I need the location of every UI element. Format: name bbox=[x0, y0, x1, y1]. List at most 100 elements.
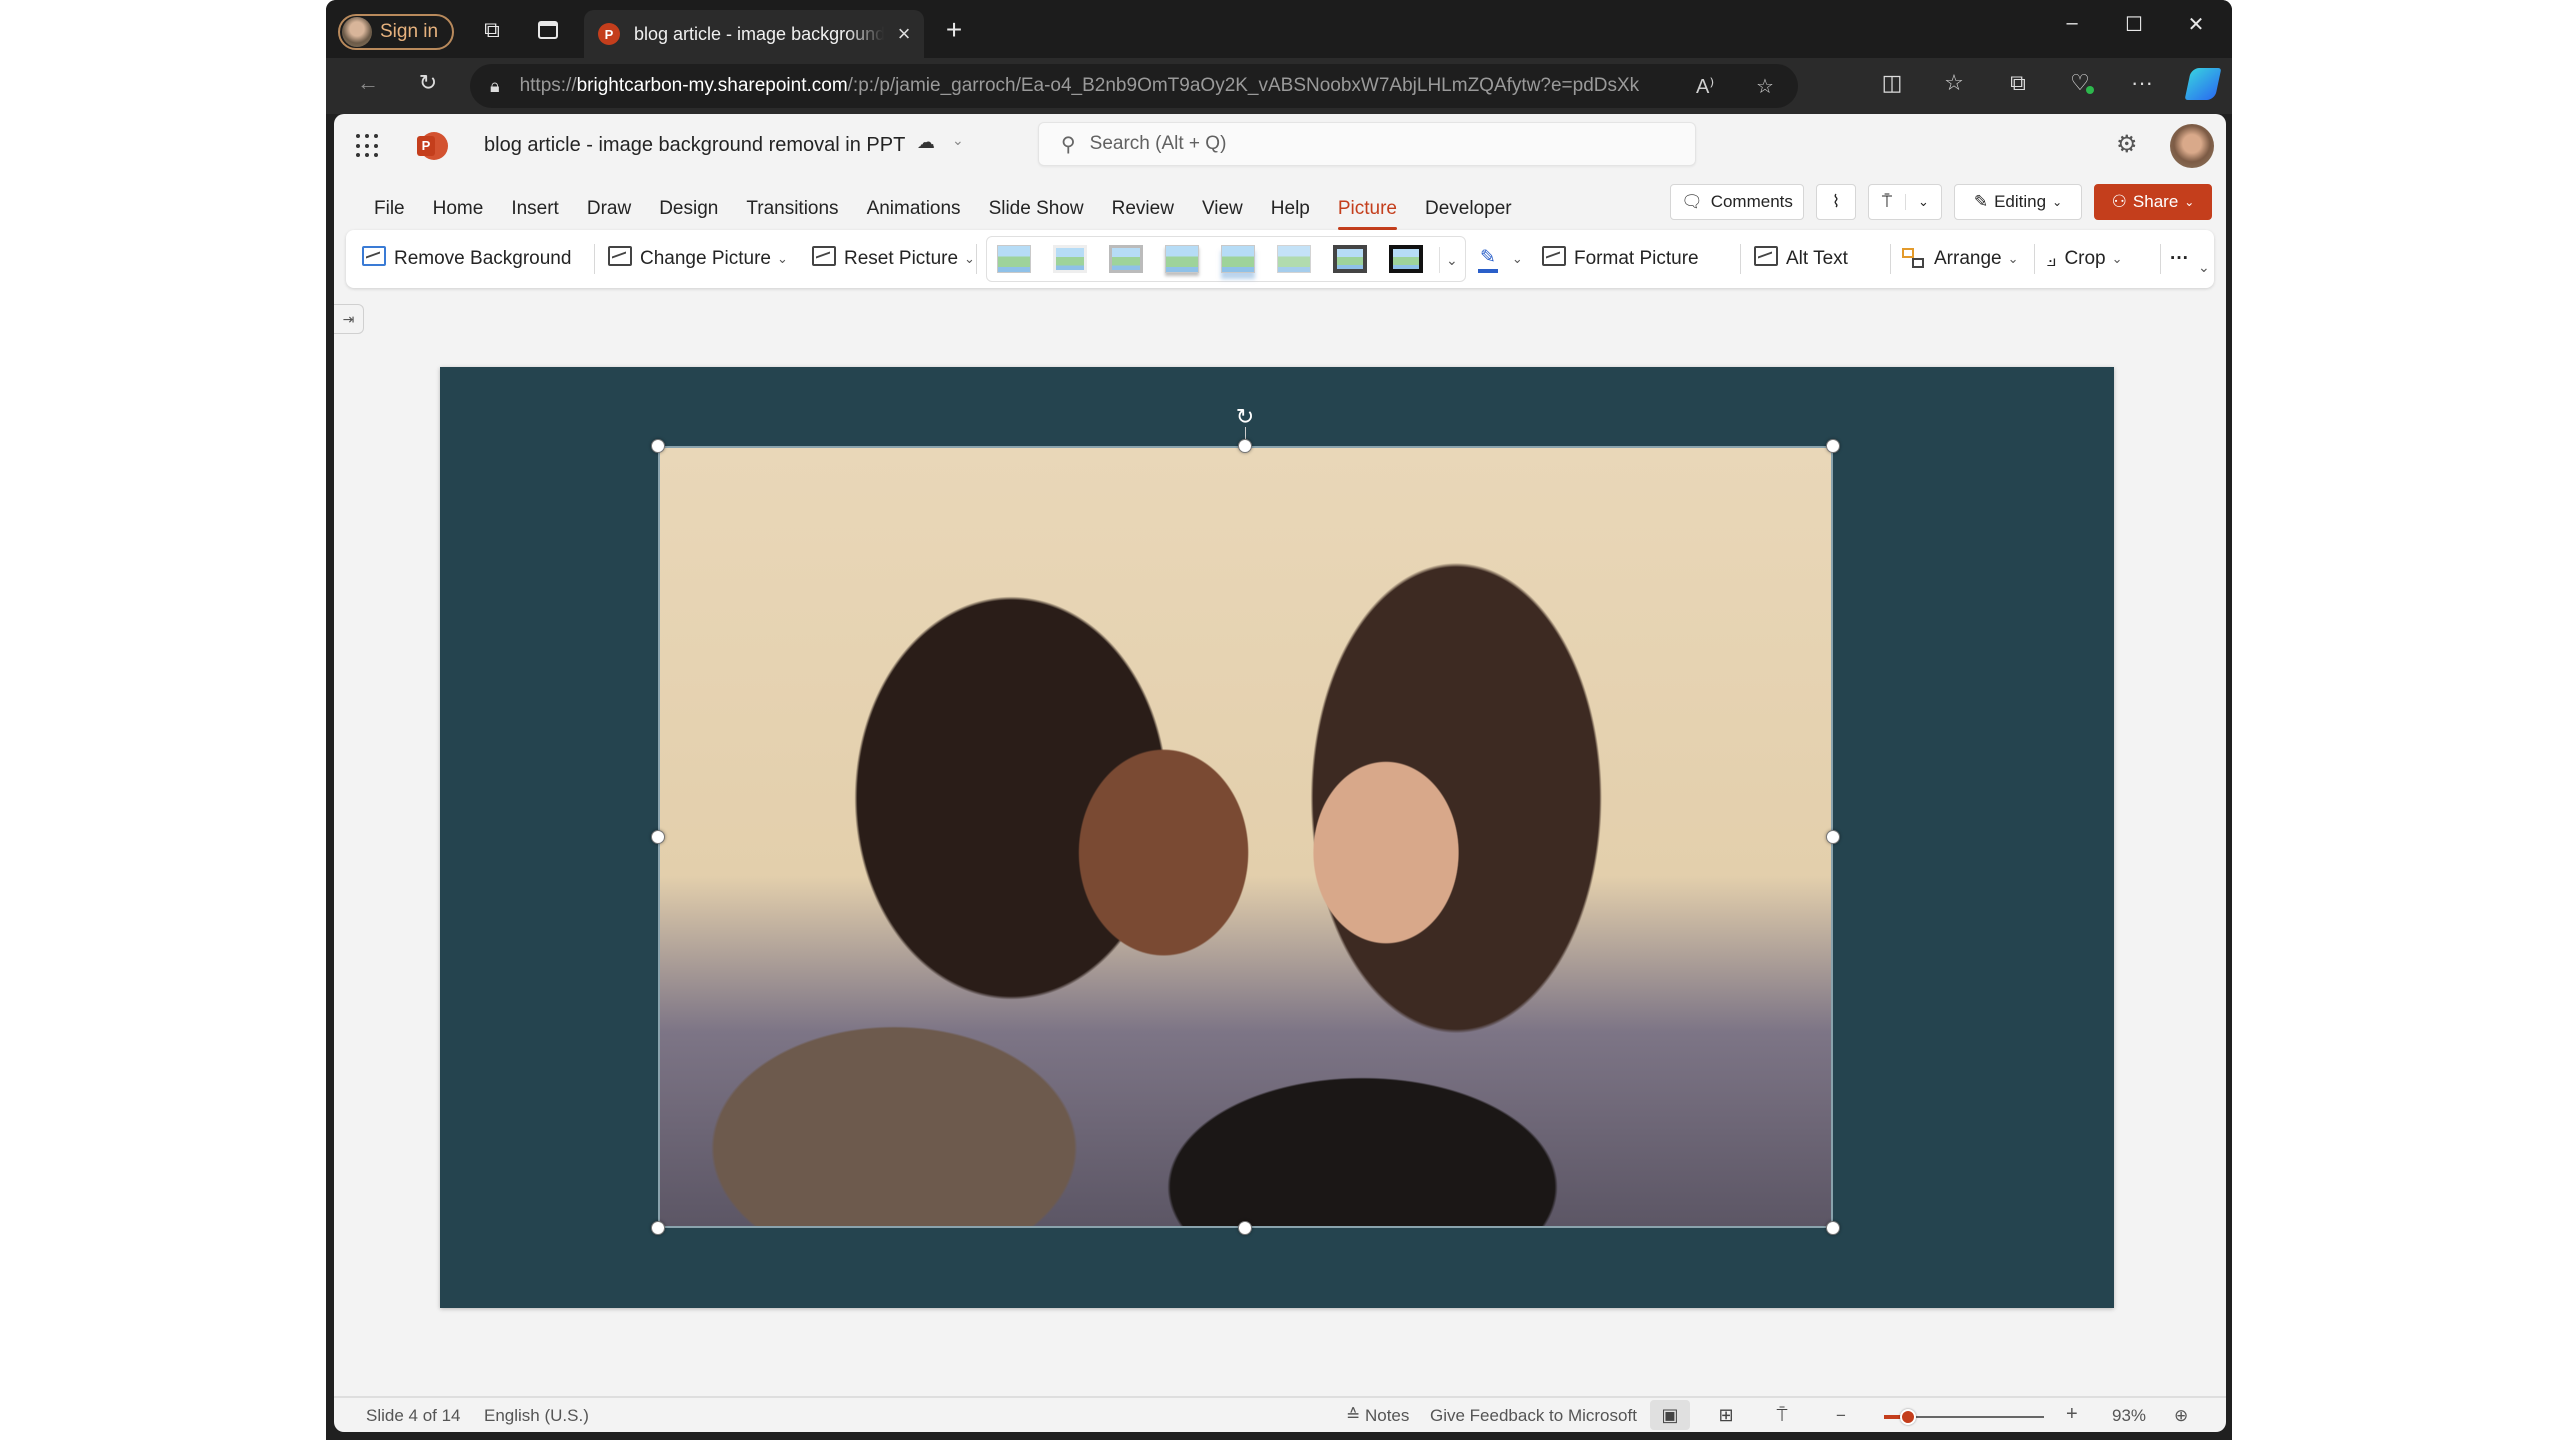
reset-picture-button[interactable]: Reset Picture ⌄ bbox=[812, 230, 975, 288]
split-screen-icon[interactable]: ◫ bbox=[1876, 70, 1908, 96]
alt-text-button[interactable]: Alt Text bbox=[1754, 230, 1848, 288]
resize-handle-top-left[interactable] bbox=[651, 439, 665, 453]
present-button[interactable]: ⍑ ⌄ bbox=[1868, 184, 1942, 220]
powerpoint-logo-icon: P bbox=[417, 132, 448, 160]
feedback-link[interactable]: Give Feedback to Microsoft bbox=[1430, 1406, 1637, 1426]
sign-in-label: Sign in bbox=[380, 21, 439, 42]
zoom-level[interactable]: 93% bbox=[2112, 1406, 2146, 1426]
fit-to-window-icon[interactable]: ⊕ bbox=[2174, 1406, 2188, 1426]
comments-button[interactable]: 🗨︎ Comments bbox=[1670, 184, 1804, 220]
present-chevron-icon[interactable]: ⌄ bbox=[1905, 194, 1941, 210]
arrange-button[interactable]: Arrange ⌄ bbox=[1902, 230, 2019, 288]
resize-handle-bottom-right[interactable] bbox=[1826, 1221, 1840, 1235]
favorite-star-icon[interactable]: ☆ bbox=[1756, 74, 1774, 99]
sign-in-button[interactable]: Sign in bbox=[338, 14, 454, 50]
settings-gear-icon[interactable]: ⚙ bbox=[2116, 130, 2138, 159]
address-bar[interactable]: 🔒︎ https://brightcarbon-my.sharepoint.co… bbox=[470, 64, 1798, 108]
more-icon[interactable]: ··· bbox=[2126, 70, 2158, 96]
new-tab-button[interactable]: + bbox=[936, 14, 972, 46]
normal-view-icon[interactable]: ▣ bbox=[1650, 1400, 1690, 1430]
document-title[interactable]: blog article - image background removal … bbox=[484, 134, 905, 157]
refresh-icon[interactable]: ↻ bbox=[412, 70, 444, 96]
catch-up-button[interactable]: ⌇ bbox=[1816, 184, 1856, 220]
resize-handle-top[interactable] bbox=[1238, 439, 1252, 453]
format-picture-button[interactable]: Format Picture bbox=[1542, 230, 1699, 288]
resize-handle-bottom[interactable] bbox=[1238, 1221, 1252, 1235]
workspaces-icon[interactable]: ⧉ bbox=[474, 14, 510, 46]
format-picture-label: Format Picture bbox=[1574, 248, 1699, 269]
zoom-out-button[interactable]: − bbox=[1836, 1406, 1846, 1426]
resize-handle-left[interactable] bbox=[651, 830, 665, 844]
collections-icon[interactable]: ⧉ bbox=[2002, 70, 2034, 96]
zoom-in-button[interactable]: + bbox=[2066, 1403, 2078, 1426]
notes-button[interactable]: ≙ Notes bbox=[1346, 1406, 1409, 1426]
language-indicator[interactable]: English (U.S.) bbox=[484, 1406, 589, 1426]
resize-handle-bottom-left[interactable] bbox=[651, 1221, 665, 1235]
picture-style-7[interactable] bbox=[1333, 245, 1367, 273]
browser-essentials-icon[interactable]: ♡ bbox=[2064, 70, 2096, 96]
tab-view[interactable]: View bbox=[1188, 192, 1257, 230]
user-avatar[interactable] bbox=[2170, 124, 2214, 168]
browser-tab-active[interactable]: P blog article - image background remova… bbox=[584, 10, 924, 58]
tab-help[interactable]: Help bbox=[1257, 192, 1324, 230]
picture-border-button[interactable]: ✎ ⌄ bbox=[1478, 230, 1523, 288]
tab-insert[interactable]: Insert bbox=[497, 192, 573, 230]
zoom-slider[interactable] bbox=[1884, 1409, 2044, 1425]
tab-transitions[interactable]: Transitions bbox=[732, 192, 852, 230]
tab-design[interactable]: Design bbox=[645, 192, 732, 230]
chevron-down-icon[interactable]: ⌄ bbox=[952, 132, 964, 149]
tab-picture[interactable]: Picture bbox=[1324, 192, 1411, 230]
tab-close-icon[interactable]: × bbox=[884, 21, 924, 47]
picture-style-6[interactable] bbox=[1277, 245, 1311, 273]
resize-handle-right[interactable] bbox=[1826, 830, 1840, 844]
rotation-handle-icon[interactable]: ↻ bbox=[1236, 404, 1254, 430]
slide-sorter-view-icon[interactable]: ⊞ bbox=[1706, 1400, 1746, 1430]
share-button[interactable]: ⚇ Share ⌄ bbox=[2094, 184, 2212, 220]
tab-developer[interactable]: Developer bbox=[1411, 192, 1526, 230]
picture-style-4[interactable] bbox=[1165, 245, 1199, 273]
tab-home[interactable]: Home bbox=[419, 192, 498, 230]
gallery-expand-chevron-icon[interactable]: ⌄ bbox=[1439, 247, 1458, 273]
search-box[interactable]: ⚲ Search (Alt + Q) bbox=[1038, 122, 1696, 166]
picture-border-pen-icon: ✎ bbox=[1478, 246, 1498, 273]
share-label: Share bbox=[2132, 192, 2179, 211]
picture-style-2[interactable] bbox=[1053, 245, 1087, 273]
url-path: /:p:/p/jamie_garroch/Ea-o4_B2nb9OmT9aOy2… bbox=[847, 75, 1640, 96]
expand-ribbon-chevron-icon[interactable]: ⌄ bbox=[2198, 238, 2210, 296]
app-launcher-icon[interactable] bbox=[356, 134, 380, 158]
tab-file[interactable]: File bbox=[360, 192, 419, 230]
cloud-saved-icon[interactable]: ☁︎ bbox=[917, 132, 935, 153]
picture-style-3[interactable] bbox=[1109, 245, 1143, 273]
comments-label: Comments bbox=[1710, 192, 1793, 211]
thumbnail-pane-toggle-icon[interactable]: ⇥ bbox=[334, 304, 364, 334]
remove-background-button[interactable]: Remove Background bbox=[362, 230, 571, 288]
maximize-button[interactable]: ☐ bbox=[2114, 12, 2154, 37]
more-options-button[interactable]: ··· bbox=[2170, 230, 2189, 288]
zoom-slider-thumb[interactable] bbox=[1900, 1409, 1916, 1425]
tab-review[interactable]: Review bbox=[1098, 192, 1188, 230]
back-icon[interactable]: ← bbox=[352, 70, 384, 96]
lock-icon[interactable]: 🔒︎ bbox=[490, 76, 500, 97]
ribbon-divider bbox=[1890, 244, 1891, 274]
minimize-button[interactable]: – bbox=[2052, 12, 2092, 35]
reading-view-icon[interactable]: ⍑ bbox=[1762, 1400, 1802, 1430]
tab-slide-show[interactable]: Slide Show bbox=[975, 192, 1098, 230]
tab-animations[interactable]: Animations bbox=[853, 192, 975, 230]
reset-picture-label: Reset Picture bbox=[844, 248, 959, 269]
favorites-icon[interactable]: ☆ bbox=[1938, 70, 1970, 96]
read-aloud-icon[interactable]: A⁾ bbox=[1696, 74, 1714, 99]
resize-handle-top-right[interactable] bbox=[1826, 439, 1840, 453]
close-window-button[interactable]: ✕ bbox=[2176, 12, 2216, 37]
crop-button[interactable]: ⟓ Crop ⌄ bbox=[2046, 230, 2123, 288]
selected-picture[interactable] bbox=[658, 446, 1833, 1228]
ribbon-divider bbox=[1740, 244, 1741, 274]
tab-draw[interactable]: Draw bbox=[573, 192, 645, 230]
slide-canvas[interactable]: ↻ bbox=[440, 367, 2114, 1308]
picture-style-5[interactable] bbox=[1221, 245, 1255, 273]
copilot-icon[interactable] bbox=[2184, 68, 2222, 100]
picture-style-1[interactable] bbox=[997, 245, 1031, 273]
editing-mode-button[interactable]: ✎ Editing ⌄ bbox=[1954, 184, 2082, 220]
vertical-tabs-icon[interactable] bbox=[530, 14, 566, 46]
picture-style-8[interactable] bbox=[1389, 245, 1423, 273]
change-picture-button[interactable]: Change Picture ⌄ bbox=[608, 230, 788, 288]
